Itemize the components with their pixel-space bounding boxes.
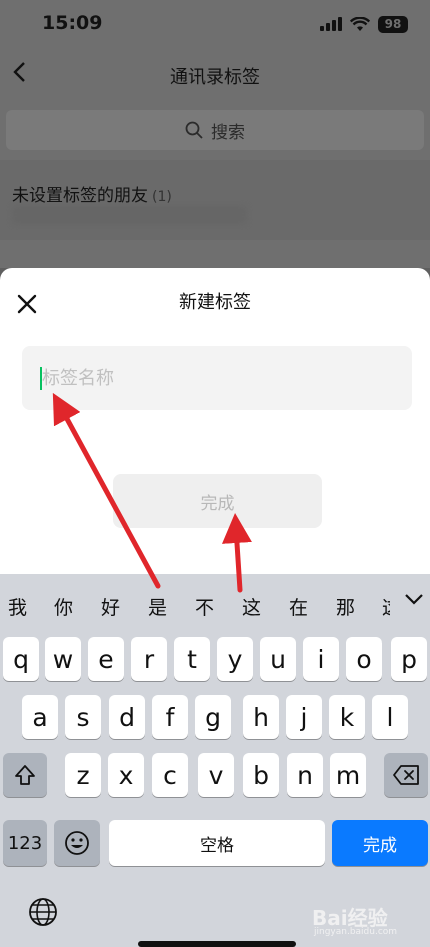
key-g[interactable]: g: [195, 695, 231, 739]
expand-candidates-button[interactable]: [404, 589, 424, 609]
key-p[interactable]: p: [391, 637, 427, 681]
key-j[interactable]: j: [286, 695, 322, 739]
search-icon: [185, 121, 203, 139]
shift-icon: [15, 765, 35, 785]
key-b[interactable]: b: [243, 753, 279, 797]
text-cursor: [40, 367, 42, 390]
space-key[interactable]: 空格: [109, 820, 325, 866]
status-time: 15:09: [42, 12, 103, 34]
tag-name-input[interactable]: [22, 346, 412, 410]
key-t[interactable]: t: [174, 637, 210, 681]
key-c[interactable]: c: [152, 753, 188, 797]
done-button[interactable]: 完成: [113, 474, 322, 528]
globe-key[interactable]: [27, 896, 59, 928]
blurred-friend-names: [12, 206, 247, 224]
candidate-word[interactable]: 好: [101, 593, 120, 620]
key-d[interactable]: d: [109, 695, 145, 739]
candidate-word[interactable]: 这: [382, 593, 390, 620]
candidate-word[interactable]: 我: [8, 593, 27, 620]
shift-key[interactable]: [3, 753, 47, 797]
numbers-key[interactable]: 123: [3, 820, 47, 866]
key-i[interactable]: i: [303, 637, 339, 681]
emoji-key[interactable]: [54, 820, 100, 866]
candidate-word[interactable]: 在: [289, 593, 308, 620]
key-a[interactable]: a: [22, 695, 58, 739]
key-x[interactable]: x: [108, 753, 144, 797]
candidate-word[interactable]: 你: [54, 593, 73, 620]
key-e[interactable]: e: [88, 637, 124, 681]
status-icons: 98: [320, 14, 408, 34]
home-indicator: [138, 941, 296, 947]
key-o[interactable]: o: [346, 637, 382, 681]
key-z[interactable]: z: [65, 753, 101, 797]
return-done-key[interactable]: 完成: [332, 820, 428, 866]
sheet-title: 新建标签: [179, 292, 251, 313]
key-l[interactable]: l: [372, 695, 408, 739]
key-m[interactable]: m: [330, 753, 366, 797]
key-r[interactable]: r: [131, 637, 167, 681]
battery-icon: 98: [378, 15, 408, 33]
new-tag-sheet: [0, 268, 430, 578]
globe-icon: [29, 898, 57, 926]
key-u[interactable]: u: [260, 637, 296, 681]
wifi-icon: [350, 16, 370, 31]
candidate-word[interactable]: 是: [148, 593, 167, 620]
key-q[interactable]: q: [3, 637, 39, 681]
emoji-icon: [65, 831, 89, 855]
backspace-key[interactable]: [384, 753, 428, 797]
candidate-word[interactable]: 不: [195, 593, 214, 620]
background-page-title: 通讯录标签: [170, 67, 260, 88]
candidate-word[interactable]: 那: [336, 593, 355, 620]
key-k[interactable]: k: [329, 695, 365, 739]
search-placeholder: 搜索: [211, 122, 245, 143]
key-w[interactable]: w: [45, 637, 81, 681]
key-f[interactable]: f: [152, 695, 188, 739]
backspace-icon: [393, 765, 419, 785]
background-search-bar: 搜索: [6, 110, 424, 150]
untagged-friends-label: 未设置标签的朋友 (1): [12, 181, 172, 206]
untagged-friends-title: 未设置标签的朋友: [12, 186, 148, 206]
untagged-friends-count: (1): [152, 189, 172, 205]
chevron-down-icon: [405, 594, 423, 605]
key-n[interactable]: n: [287, 753, 323, 797]
key-h[interactable]: h: [243, 695, 279, 739]
key-v[interactable]: v: [198, 753, 234, 797]
key-y[interactable]: y: [217, 637, 253, 681]
signal-icon: [320, 17, 342, 31]
key-s[interactable]: s: [65, 695, 101, 739]
candidate-word[interactable]: 这: [242, 593, 261, 620]
watermark-url: jingyan.baidu.com: [314, 927, 398, 937]
